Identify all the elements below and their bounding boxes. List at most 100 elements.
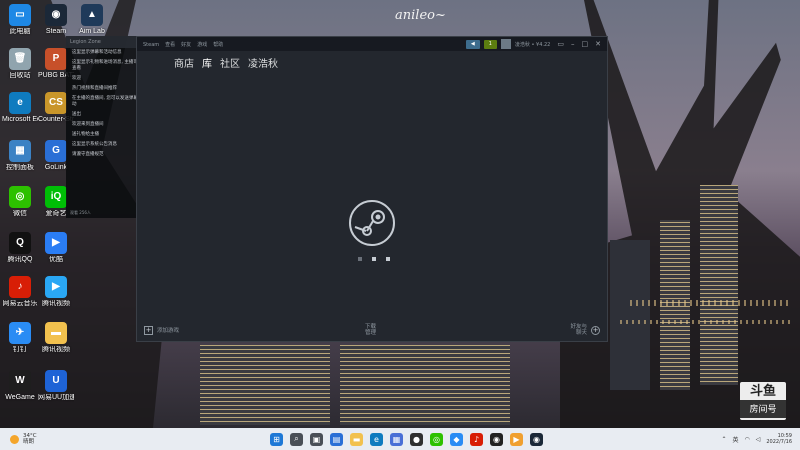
loading-dot	[386, 257, 390, 261]
desktop-shortcut[interactable]: U 网易UU加速器	[38, 370, 74, 402]
desktop-shortcut-label: 优酷	[49, 256, 63, 263]
desktop-shortcut-label: 钉钉	[13, 346, 27, 353]
edge-icon: e	[9, 92, 31, 114]
desktop-shortcut-label: 腾讯视频	[42, 300, 70, 307]
clock-date: 2022/7/16	[766, 439, 792, 445]
notifications-button-label: ◀	[470, 41, 475, 47]
desktop-shortcut[interactable]: 🗑 回收站	[2, 48, 38, 80]
add-game-label: 添加游戏	[157, 328, 180, 334]
wechat-icon[interactable]: ◎	[430, 432, 443, 446]
edge-icon[interactable]: e	[370, 432, 383, 446]
iqiyi-icon: iQ	[45, 186, 67, 208]
desktop-shortcut[interactable]: ◎ 微信	[2, 186, 38, 218]
steam-window: Steam 查看 好友 游戏 帮助 ◀ 1 凌浩秋 • ¥4.22 ▭ – □ ✕ 商店…	[136, 36, 608, 342]
wechat-icon: ◎	[9, 186, 31, 208]
steam-menu-bar: Steam 查看 好友 游戏 帮助	[143, 41, 229, 48]
wifi-icon[interactable]: ◠	[744, 436, 749, 443]
desktop-shortcut[interactable]: ♪ 网易云音乐	[2, 276, 38, 308]
app-icon[interactable]: ◆	[450, 432, 463, 446]
plus-circle-icon: +	[591, 325, 600, 335]
desktop-shortcut[interactable]: ▦ 控制面板	[2, 140, 38, 172]
search-icon[interactable]: ⌕	[290, 432, 303, 446]
nav-tab[interactable]: 库	[202, 55, 212, 70]
desktop-shortcut[interactable]: ✈ 钉钉	[2, 322, 38, 354]
game-icon[interactable]: ▶	[510, 432, 523, 446]
youku-icon: ▶	[45, 232, 67, 254]
chat-viewer-count: 观看 256人	[70, 210, 91, 215]
steam-logo-icon	[349, 200, 395, 246]
taskbar-apps: ⊞ ⌕ ▣ ▤ ▬ e ▦ ● ◎ ◆ ♪ ◉ ▶ ◉	[270, 432, 543, 446]
steam-icon: ◉	[45, 4, 67, 26]
steam-menu-item[interactable]: 查看	[165, 42, 175, 48]
desktop-shortcut[interactable]: ▶ 腾讯视频	[38, 276, 74, 308]
desktop-shortcut-label: 控制面板	[6, 164, 34, 171]
douyu-room-label: 房间号	[740, 400, 786, 418]
desktop-shortcut[interactable]: ▶ 优酷	[38, 232, 74, 264]
minimize-icon[interactable]: –	[571, 40, 575, 48]
add-game-button[interactable]: + 添加游戏	[144, 325, 180, 335]
clock[interactable]: 10:59 2022/7/16	[766, 433, 792, 445]
desktop-shortcut-label: Microsoft Edge	[2, 116, 38, 123]
steam-icon[interactable]: ◉	[530, 432, 543, 446]
friends-sub-label: 聊天	[575, 330, 587, 336]
camera-icon[interactable]: ◉	[490, 432, 503, 446]
pubg-icon: P	[45, 48, 67, 70]
desktop-shortcut[interactable]: ▬ 腾讯视频	[38, 322, 74, 354]
computer-icon: ▭	[9, 4, 31, 26]
language-indicator[interactable]: 英	[732, 435, 738, 444]
task-view-icon[interactable]: ▣	[310, 432, 323, 446]
control-panel-icon: ▦	[9, 140, 31, 162]
steam-footer: + 添加游戏 下载 管理 好友与 聊天 +	[137, 319, 607, 341]
store-icon[interactable]: ▦	[390, 432, 403, 446]
volume-icon[interactable]: ◁	[756, 436, 761, 443]
close-icon[interactable]: ✕	[595, 40, 601, 48]
golink-icon: G	[45, 140, 67, 162]
netease-music-icon[interactable]: ♪	[470, 432, 483, 446]
notifications-button[interactable]: ◀	[465, 39, 480, 49]
steam-menu-item[interactable]: 好友	[181, 42, 191, 48]
downloads-sub-label: 管理	[365, 330, 377, 336]
inventory-button-label: 1	[488, 41, 492, 47]
folder-icon: ▬	[45, 322, 67, 344]
maximize-icon[interactable]: □	[582, 40, 589, 48]
nav-tab[interactable]: 凌浩秋	[248, 55, 278, 70]
file-explorer-icon[interactable]: ▬	[350, 432, 363, 446]
downloads-button[interactable]: 下载 管理	[365, 324, 376, 336]
desktop-shortcut[interactable]: Q 腾讯QQ	[2, 232, 38, 264]
start-icon[interactable]: ⊞	[270, 432, 283, 446]
desktop-shortcut[interactable]: e Microsoft Edge	[2, 92, 38, 124]
wegame-icon: W	[9, 370, 31, 392]
chevron-up-icon[interactable]: ⌃	[721, 436, 726, 443]
widgets-icon[interactable]: ▤	[330, 432, 343, 446]
desktop-shortcut-label: 此电脑	[9, 28, 31, 35]
steam-main-content	[137, 73, 607, 323]
account-name[interactable]: 凌浩秋 • ¥4.22	[515, 41, 550, 48]
steam-menu-item[interactable]: 帮助	[213, 42, 223, 48]
netease-music-icon: ♪	[9, 276, 31, 298]
desktop-shortcut[interactable]: W WeGame	[2, 370, 38, 402]
friends-chat-button[interactable]: 好友与 聊天 +	[570, 324, 600, 336]
desktop-shortcut[interactable]: ▭ 此电脑	[2, 4, 38, 36]
douyu-logo-text: 斗鱼	[749, 383, 776, 398]
nav-tab[interactable]: 社区	[220, 55, 240, 70]
plus-icon: +	[144, 325, 153, 335]
dingtalk-icon: ✈	[9, 322, 31, 344]
desktop-shortcut[interactable]: ◉ Steam	[38, 4, 74, 36]
weather-widget[interactable]: 34°C 晴朗	[10, 433, 37, 445]
avatar[interactable]	[500, 39, 511, 49]
steam-nav: 商店库社区 凌浩秋	[137, 51, 607, 73]
inventory-button[interactable]: 1	[483, 39, 497, 49]
desktop-shortcut-label: 回收站	[9, 72, 31, 79]
nav-tab[interactable]: 商店	[174, 55, 194, 70]
steam-menu-item[interactable]: 游戏	[197, 42, 207, 48]
view-mode-icon[interactable]: ▭	[557, 40, 564, 48]
system-tray: ⌃ 英 ◠ ◁ 10:59 2022/7/16	[721, 433, 792, 445]
desktop-shortcut[interactable]: ▲ Aim Lab	[74, 4, 110, 36]
tencent-video-icon: ▶	[45, 276, 67, 298]
aimlab-icon: ▲	[81, 4, 103, 26]
steam-menu-item[interactable]: Steam	[143, 42, 159, 48]
desktop-shortcut-label: 腾讯QQ	[7, 256, 33, 263]
obs-icon[interactable]: ●	[410, 432, 423, 446]
desktop-shortcut-label: Steam	[45, 28, 67, 35]
watermark-text: anileo~	[395, 8, 446, 23]
